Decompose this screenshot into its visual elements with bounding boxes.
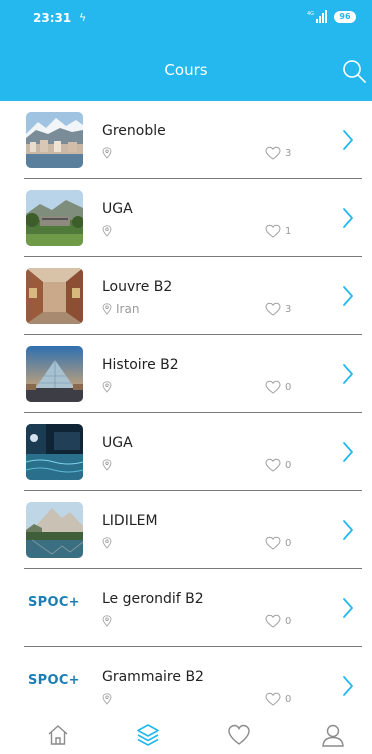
- location-pin-icon: [102, 225, 112, 237]
- course-likes-count: 0: [285, 459, 292, 471]
- course-title: UGA: [102, 201, 133, 217]
- course-title: LIDILEM: [102, 513, 158, 529]
- course-likes-count: 0: [285, 615, 292, 627]
- course-likes-count: 0: [285, 381, 292, 393]
- charging-icon: ϟ: [79, 11, 87, 24]
- course-likes-count: 3: [285, 147, 292, 159]
- location-pin-icon: [102, 537, 112, 549]
- location-pin-icon: [102, 303, 112, 315]
- course-thumbnail: [26, 268, 83, 324]
- course-list-item[interactable]: Grenoble 3: [0, 101, 372, 179]
- svg-text:4G: 4G: [307, 11, 314, 17]
- location-pin-icon: [102, 693, 112, 705]
- course-location: Iran: [102, 301, 139, 317]
- course-list-item[interactable]: SPOC+ Grammaire B2 0: [0, 647, 372, 725]
- course-location: [102, 145, 116, 161]
- course-list-item[interactable]: UGA 1: [0, 179, 372, 257]
- course-likes-count: 0: [285, 693, 292, 705]
- course-likes-count: 3: [285, 303, 292, 315]
- course-list-item[interactable]: UGA 0: [0, 413, 372, 491]
- location-pin-icon: [102, 381, 112, 393]
- heart-outline-icon[interactable]: [265, 302, 281, 316]
- location-pin-icon: [102, 615, 112, 627]
- course-location-text: Iran: [116, 302, 140, 316]
- course-likes: 0: [265, 692, 291, 706]
- heart-icon[interactable]: [226, 722, 252, 748]
- spoc-logo: SPOC+: [28, 673, 88, 697]
- spoc-logo-text: SPOC+: [28, 595, 80, 610]
- course-likes-count: 0: [285, 537, 292, 549]
- home-icon[interactable]: [45, 722, 71, 748]
- location-pin-icon: [102, 147, 112, 159]
- course-title: Grenoble: [102, 123, 166, 139]
- course-list-item[interactable]: Louvre B2 Iran 3: [0, 257, 372, 335]
- chevron-right-icon[interactable]: [341, 675, 355, 697]
- course-thumbnail: [26, 112, 83, 168]
- course-location: [102, 457, 116, 473]
- course-title: Grammaire B2: [102, 669, 204, 685]
- battery-icon: 96: [334, 11, 356, 23]
- course-likes: 0: [265, 458, 291, 472]
- chevron-right-icon[interactable]: [341, 519, 355, 541]
- course-list-item[interactable]: SPOC+ Le gerondif B2 0: [0, 569, 372, 647]
- course-thumbnail: [26, 424, 83, 480]
- heart-outline-icon[interactable]: [265, 692, 281, 706]
- course-likes: 1: [265, 224, 291, 238]
- chevron-right-icon[interactable]: [341, 363, 355, 385]
- heart-outline-icon[interactable]: [265, 614, 281, 628]
- course-likes: 0: [265, 380, 291, 394]
- app-header: 23:31 ϟ 4G 96 Cours: [0, 0, 372, 101]
- heart-outline-icon[interactable]: [265, 536, 281, 550]
- course-likes: 3: [265, 302, 291, 316]
- course-location: [102, 535, 116, 551]
- course-title: Le gerondif B2: [102, 591, 204, 607]
- search-icon[interactable]: [341, 58, 367, 84]
- heart-outline-icon[interactable]: [265, 458, 281, 472]
- spoc-logo-text: SPOC+: [28, 673, 80, 688]
- course-location: [102, 379, 116, 395]
- course-likes: 3: [265, 146, 291, 160]
- layers-icon[interactable]: [135, 722, 161, 748]
- page-title: Cours: [164, 61, 208, 79]
- location-pin-icon: [102, 459, 112, 471]
- status-time: 23:31: [33, 11, 72, 25]
- course-title: Louvre B2: [102, 279, 173, 295]
- course-list-item[interactable]: Histoire B2 0: [0, 335, 372, 413]
- course-likes: 0: [265, 536, 291, 550]
- chevron-right-icon[interactable]: [341, 207, 355, 229]
- status-bar: 23:31 ϟ 4G 96: [0, 0, 372, 40]
- heart-outline-icon[interactable]: [265, 146, 281, 160]
- course-title: Histoire B2: [102, 357, 179, 373]
- course-likes: 0: [265, 614, 291, 628]
- spoc-logo: SPOC+: [28, 595, 88, 619]
- course-thumbnail: [26, 346, 83, 402]
- chevron-right-icon[interactable]: [341, 441, 355, 463]
- signal-icon: 4G: [307, 10, 327, 23]
- bottom-nav: [0, 716, 372, 754]
- chevron-right-icon[interactable]: [341, 285, 355, 307]
- course-list-item[interactable]: LIDILEM 0: [0, 491, 372, 569]
- chevron-right-icon[interactable]: [341, 129, 355, 151]
- course-thumbnail: [26, 502, 83, 558]
- course-thumbnail: [26, 190, 83, 246]
- course-likes-count: 1: [285, 225, 292, 237]
- course-location: [102, 691, 116, 707]
- course-location: [102, 613, 116, 629]
- heart-outline-icon[interactable]: [265, 380, 281, 394]
- chevron-right-icon[interactable]: [341, 597, 355, 619]
- course-location: [102, 223, 116, 239]
- user-icon[interactable]: [320, 722, 346, 748]
- heart-outline-icon[interactable]: [265, 224, 281, 238]
- course-title: UGA: [102, 435, 133, 451]
